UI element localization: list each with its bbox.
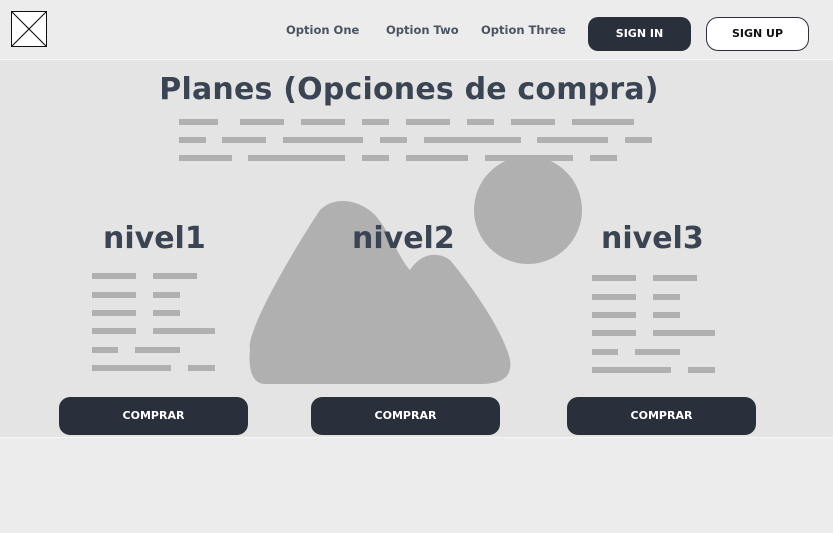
nav-option-three[interactable]: Option Three [481,23,566,37]
plan-title: nivel2 [352,221,455,256]
page-title: Planes (Opciones de compra) [159,72,659,107]
nav-option-two[interactable]: Option Two [386,23,459,37]
sign-in-button[interactable]: SIGN IN [588,17,691,51]
logo-placeholder-icon[interactable] [11,11,47,47]
buy-button-nivel3[interactable]: COMPRAR [567,397,756,435]
sign-up-button[interactable]: SIGN UP [706,17,809,51]
buy-button-nivel1[interactable]: COMPRAR [59,397,248,435]
plan-title: nivel1 [103,221,206,256]
nav-option-one[interactable]: Option One [286,23,359,37]
plan-title: nivel3 [601,221,704,256]
buy-button-nivel2[interactable]: COMPRAR [311,397,500,435]
